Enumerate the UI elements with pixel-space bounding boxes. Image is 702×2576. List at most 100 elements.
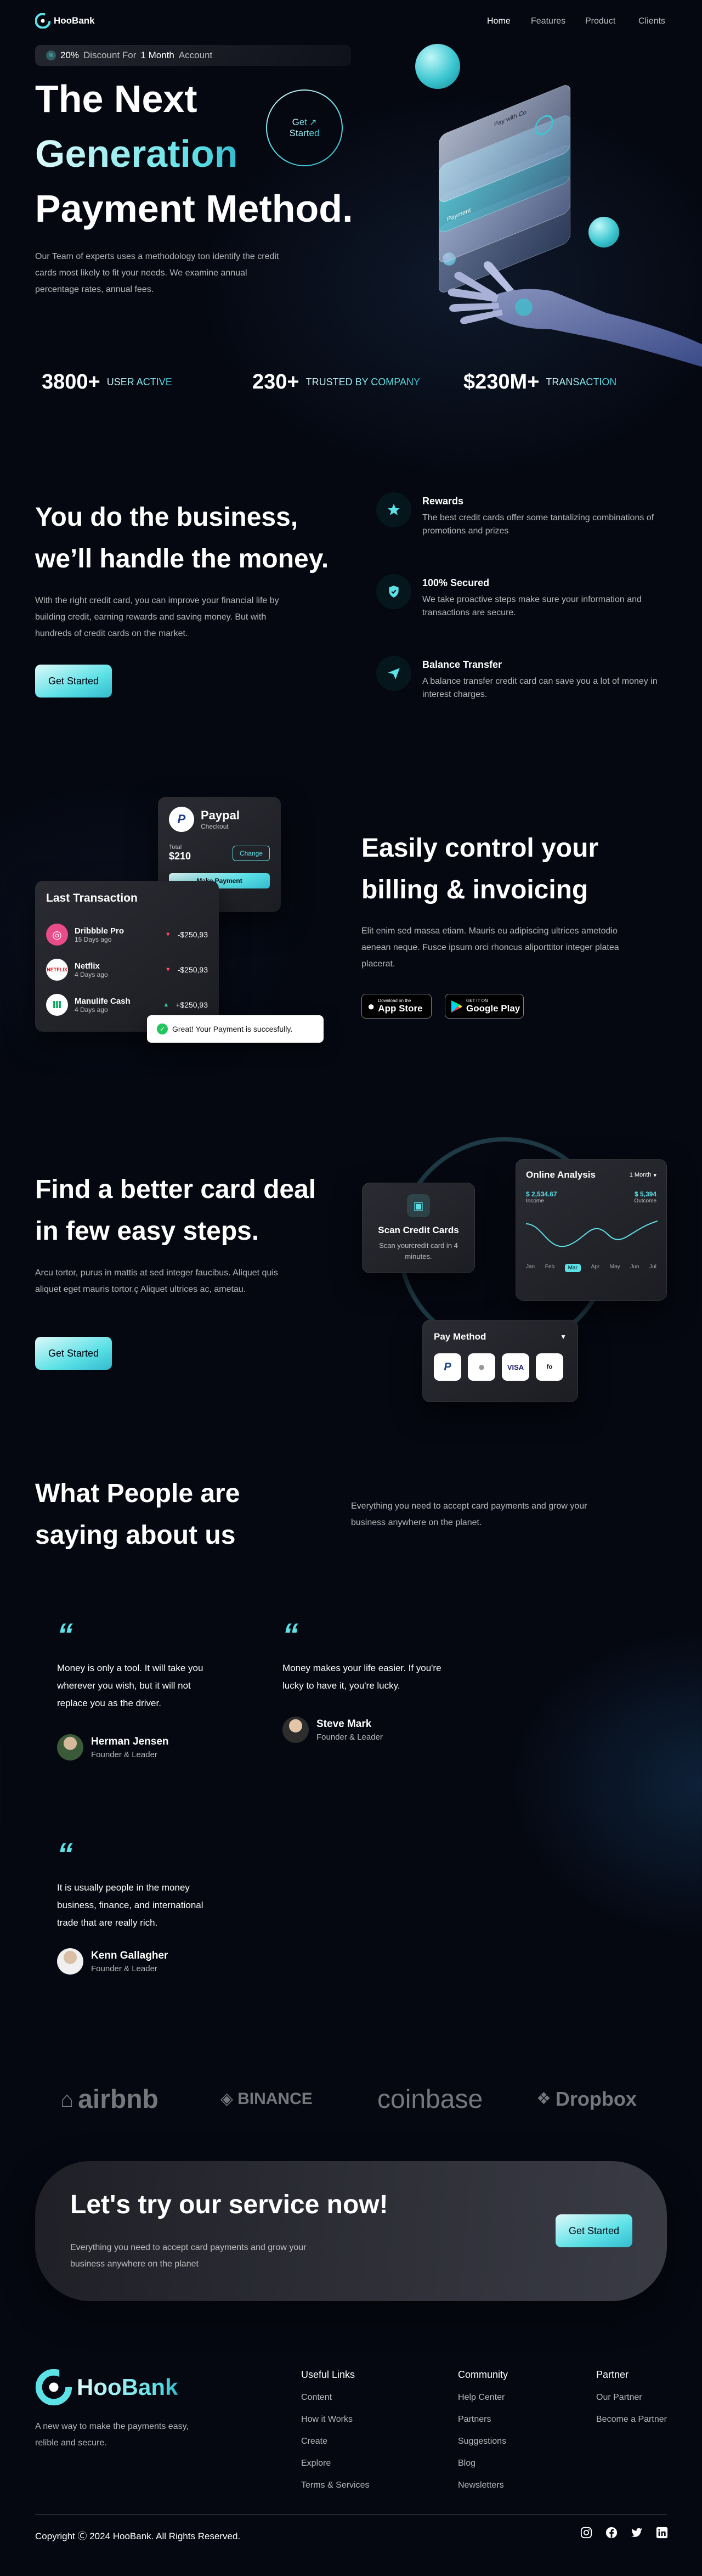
scan-card: ▣ Scan Credit Cards Scan yourcredit card…: [362, 1183, 475, 1273]
robot-hand: [448, 261, 702, 367]
footer-link[interactable]: Content: [301, 2393, 369, 2403]
footer-logo-text: HooBank: [77, 2374, 178, 2400]
fourth-method-icon[interactable]: fo: [536, 1353, 563, 1381]
scan-icon: ▣: [407, 1194, 430, 1217]
visa-method-icon[interactable]: VISA: [502, 1353, 529, 1381]
transaction-name: Netflix: [75, 961, 100, 971]
footer-link[interactable]: Partners: [458, 2415, 508, 2425]
footer-link[interactable]: Suggestions: [458, 2437, 508, 2446]
last-transaction-title: Last Transaction: [46, 892, 138, 904]
google-play-button[interactable]: GET IT ON Google Play: [445, 994, 524, 1019]
app-store-button[interactable]: ● Download on the App Store: [361, 994, 432, 1019]
billing-title-1: Easily control your: [361, 834, 599, 863]
nav-features[interactable]: Features: [531, 16, 585, 26]
facebook-icon[interactable]: [605, 2527, 618, 2539]
hero-cta-line1: Get: [292, 117, 307, 127]
send-icon: [376, 656, 411, 691]
paypal-total-value: $210: [169, 851, 191, 862]
nav-clients[interactable]: Clients: [638, 16, 665, 26]
feature-text: We take proactive steps make sure your i…: [422, 595, 642, 617]
badge-tail: Account: [178, 50, 213, 60]
feature-text: A balance transfer credit card can save …: [422, 677, 658, 699]
hero-description: Our Team of experts uses a methodology t…: [35, 252, 279, 294]
stat-transactions: $230M+ TRANSACTION: [463, 370, 616, 394]
cta-title: Let's try our service now!: [70, 2190, 388, 2219]
hero-illustration: Payment Pay with Co: [395, 38, 702, 367]
nav-product[interactable]: Product: [585, 16, 638, 26]
linkedin-icon[interactable]: [656, 2527, 668, 2539]
business-get-started-button[interactable]: Get Started: [35, 665, 112, 698]
paypal-icon: P: [169, 807, 194, 832]
transaction-name: Manulife Cash: [75, 996, 131, 1006]
client-name: airbnb: [78, 2085, 158, 2114]
arrow-up-right-icon: ↗: [309, 118, 317, 127]
footer-column-useful-links: Useful Links Content How it Works Create…: [301, 2369, 369, 2490]
hero-get-started-button[interactable]: Get ↗ Started: [266, 89, 343, 166]
discount-icon: %: [46, 50, 56, 60]
transaction-amount: -$250,93: [177, 965, 208, 974]
deal-title-1: Find a better card deal: [35, 1175, 316, 1204]
testimonial-card: “ It is usually people in the money busi…: [35, 1831, 238, 1988]
footer-column-title: Useful Links: [301, 2369, 355, 2380]
footer-link[interactable]: Our Partner: [596, 2393, 667, 2403]
deal-get-started-button[interactable]: Get Started: [35, 1337, 112, 1370]
paypal-method-icon[interactable]: P: [434, 1353, 461, 1381]
badge-mid: Discount For: [83, 50, 137, 60]
cta-get-started-button[interactable]: Get Started: [556, 2214, 632, 2247]
arrow-down-icon: ▼: [165, 966, 171, 973]
footer-link[interactable]: How it Works: [301, 2415, 369, 2425]
testimonial-name: Herman Jensen: [91, 1735, 169, 1747]
footer-link[interactable]: Terms & Services: [301, 2481, 369, 2490]
feature-title: Balance Transfer: [422, 659, 502, 670]
hero-title-3: Payment Method.: [35, 187, 353, 230]
check-circle-icon: ✓: [157, 1023, 168, 1034]
logo[interactable]: HooBank: [35, 13, 95, 29]
hoobank-logo-icon: [35, 2369, 72, 2406]
footer-link[interactable]: Become a Partner: [596, 2415, 667, 2425]
testimonial-quote: It is usually people in the money busine…: [57, 1882, 203, 1928]
paypal-change-button[interactable]: Change: [232, 845, 270, 861]
netflix-icon: NETFLIX: [46, 959, 68, 981]
feature-balance: Balance Transfer A balance transfer cred…: [376, 656, 672, 701]
testimonial-role: Founder & Leader: [91, 1964, 157, 1973]
nav-home[interactable]: Home: [487, 16, 531, 26]
footer-column-title: Community: [458, 2369, 508, 2380]
analysis-period-select[interactable]: 1 Month ▾: [630, 1172, 656, 1179]
google-play-icon: [451, 1000, 462, 1013]
teal-sphere-large: [415, 44, 460, 89]
testimonial-quote: Money is only a tool. It will take you w…: [57, 1663, 203, 1708]
month-label-active[interactable]: Mar: [564, 1264, 581, 1272]
social-icons: [580, 2527, 668, 2539]
instagram-icon[interactable]: [580, 2527, 592, 2539]
discount-badge: % 20% Discount For 1 Month Account: [35, 45, 351, 66]
card-top-text: Pay with Co: [494, 108, 526, 128]
analysis-months: Jan Feb Mar Apr May Jun Jul: [526, 1264, 656, 1272]
footer-link[interactable]: Blog: [458, 2459, 508, 2468]
chevron-down-icon[interactable]: ▼: [560, 1333, 567, 1341]
airbnb-icon: ⌂: [60, 2087, 74, 2112]
hero-cta-line2: Started: [289, 128, 320, 138]
apple-pay-method-icon[interactable]: ●: [468, 1353, 495, 1381]
shield-icon: [376, 574, 411, 609]
footer-logo[interactable]: HooBank: [35, 2369, 178, 2406]
twitter-icon[interactable]: [631, 2527, 643, 2539]
month-label: Jul: [649, 1264, 656, 1270]
testimonial-role: Founder & Leader: [91, 1750, 157, 1759]
client-coinbase-logo: coinbase: [377, 2084, 483, 2114]
stat-users: 3800+ USER ACTIVE: [42, 370, 172, 394]
analysis-line-chart: [525, 1220, 658, 1247]
footer-link[interactable]: Explore: [301, 2459, 369, 2468]
transaction-row: ◎ Dribbble Pro 15 Days ago ▼ -$250,93: [46, 917, 208, 952]
month-label: Apr: [591, 1264, 600, 1270]
scan-text: Scan yourcredit card in 4 minutes.: [379, 1241, 458, 1261]
footer-link[interactable]: Newsletters: [458, 2481, 508, 2490]
online-analysis-card: Online Analysis 1 Month ▾ $ 2,534.67 Inco…: [516, 1159, 667, 1301]
footer-link[interactable]: Create: [301, 2437, 369, 2446]
chevron-down-icon: ▾: [653, 1172, 656, 1179]
card-chip-icon: [535, 112, 553, 138]
logo-text: HooBank: [54, 15, 95, 26]
business-title-2: we’ll handle the money.: [35, 544, 329, 573]
transaction-amount: +$250,93: [176, 1000, 208, 1009]
client-airbnb-logo: ⌂ airbnb: [60, 2084, 158, 2114]
footer-link[interactable]: Help Center: [458, 2393, 508, 2403]
